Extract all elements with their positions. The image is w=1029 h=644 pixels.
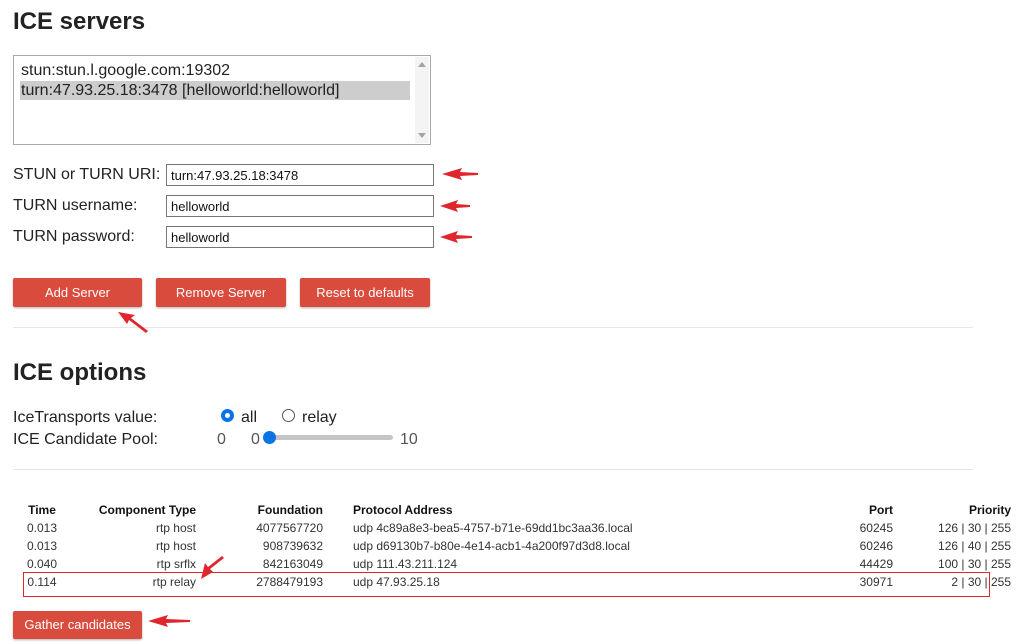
- relay-row-highlight-box: [23, 572, 990, 597]
- divider: [13, 469, 973, 470]
- scroll-up-icon[interactable]: [418, 62, 426, 67]
- gather-candidates-button[interactable]: Gather candidates: [13, 611, 142, 639]
- header-protocol-address: Protocol Address: [353, 503, 453, 517]
- candidate-pool-min: 0: [251, 431, 260, 448]
- cell-component: rtp host: [155, 521, 196, 535]
- add-server-button[interactable]: Add Server: [13, 278, 142, 307]
- cell-time: 0.013: [26, 521, 58, 535]
- annotation-arrow-icon: [118, 312, 148, 333]
- transport-all-label[interactable]: all: [241, 409, 257, 427]
- reset-defaults-button[interactable]: Reset to defaults: [300, 278, 430, 307]
- candidate-pool-slider-thumb[interactable]: [263, 431, 276, 444]
- uri-label: STUN or TURN URI:: [13, 166, 161, 183]
- candidate-pool-slider-track[interactable]: [268, 435, 393, 440]
- cell-port: 60245: [859, 521, 893, 535]
- cell-protocol: udp d69130b7-b80e-4e14-acb1-4a200f97d3d8…: [353, 539, 630, 553]
- ice-servers-heading: ICE servers: [13, 8, 146, 35]
- table-row: 0.013 rtp host 908739632 udp d69130b7-b8…: [13, 537, 1011, 555]
- annotation-arrow-icon: [440, 231, 472, 243]
- table-row: 0.013 rtp host 4077567720 udp 4c89a8e3-b…: [13, 519, 1011, 537]
- transport-relay-radio[interactable]: [282, 409, 295, 422]
- scroll-down-icon[interactable]: [418, 133, 426, 138]
- header-time: Time: [28, 503, 56, 517]
- cell-priority: 100 | 30 | 255: [938, 557, 1011, 571]
- transport-all-radio[interactable]: [221, 409, 234, 422]
- server-list-item[interactable]: stun:stun.l.google.com:19302: [20, 61, 230, 80]
- cell-protocol: udp 111.43.211.124: [353, 557, 458, 571]
- header-port: Port: [869, 503, 893, 517]
- username-input[interactable]: [166, 195, 434, 217]
- annotation-arrow-icon: [148, 615, 190, 627]
- cell-port: 60246: [859, 539, 893, 553]
- cell-protocol: udp 4c89a8e3-bea5-4757-b71e-69dd1bc3aa36…: [353, 521, 633, 535]
- header-foundation: Foundation: [257, 503, 323, 517]
- server-list-item-selected[interactable]: turn:47.93.25.18:3478 [helloworld:hellow…: [20, 81, 410, 100]
- table-header-row: Time Component Type Foundation Protocol …: [13, 501, 1011, 519]
- candidate-pool-label: ICE Candidate Pool:: [13, 431, 158, 448]
- ice-server-list[interactable]: stun:stun.l.google.com:19302 turn:47.93.…: [13, 55, 431, 145]
- remove-server-button[interactable]: Remove Server: [156, 278, 286, 307]
- cell-component: rtp host: [155, 539, 196, 553]
- annotation-arrow-icon: [442, 168, 478, 180]
- cell-time: 0.013: [26, 539, 58, 553]
- cell-priority: 126 | 40 | 255: [938, 539, 1011, 553]
- cell-component: rtp srflx: [156, 557, 196, 571]
- candidate-pool-value: 0: [217, 431, 226, 448]
- annotation-arrow-icon: [440, 200, 470, 212]
- divider: [13, 327, 973, 328]
- username-label: TURN username:: [13, 197, 138, 214]
- cell-foundation: 842163049: [262, 557, 323, 571]
- password-label: TURN password:: [13, 228, 135, 245]
- header-priority: Priority: [968, 503, 1011, 517]
- cell-priority: 126 | 30 | 255: [938, 521, 1011, 535]
- uri-input[interactable]: [166, 164, 434, 186]
- candidate-pool-max: 10: [400, 431, 418, 448]
- ice-options-heading: ICE options: [13, 359, 147, 386]
- header-component-type: Component Type: [98, 503, 196, 517]
- password-input[interactable]: [166, 226, 434, 248]
- cell-port: 44429: [859, 557, 893, 571]
- cell-foundation: 908739632: [262, 539, 323, 553]
- cell-time: 0.040: [26, 557, 58, 571]
- ice-transports-label: IceTransports value:: [13, 409, 158, 426]
- cell-foundation: 4077567720: [256, 521, 323, 535]
- transport-relay-label[interactable]: relay: [302, 409, 337, 427]
- table-row: 0.040 rtp srflx 842163049 udp 111.43.211…: [13, 555, 1011, 573]
- server-list-scrollbar[interactable]: [415, 57, 429, 143]
